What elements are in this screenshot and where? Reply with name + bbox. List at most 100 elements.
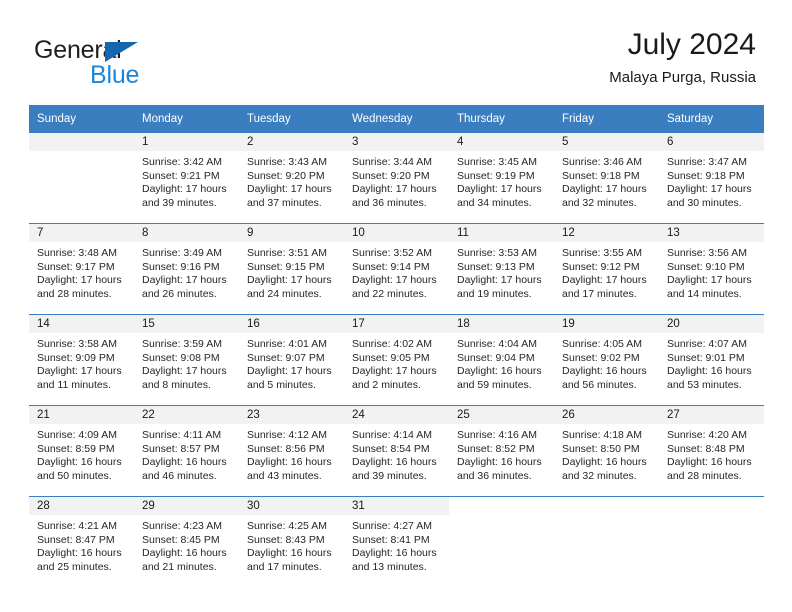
day-number: 1 [134, 133, 239, 151]
day-detail-line: Daylight: 17 hours [667, 183, 752, 196]
day-number: 2 [239, 133, 344, 151]
day-detail-line: Sunset: 8:56 PM [247, 442, 325, 455]
day-detail-line: and 39 minutes. [142, 197, 217, 210]
day-detail-line: Sunset: 9:01 PM [667, 351, 745, 364]
day-cell-6[interactable]: 6 Sunrise: 3:47 AM Sunset: 9:18 PM Daylight… [659, 133, 764, 224]
day-detail-line: Sunset: 8:52 PM [457, 442, 535, 455]
day-detail-line: Sunrise: 4:05 AM [562, 338, 642, 350]
day-number: 24 [344, 406, 449, 424]
day-detail-line: Sunset: 8:57 PM [142, 442, 220, 455]
day-cell-22[interactable]: 22 Sunrise: 4:11 AM Sunset: 8:57 PM Dayligh… [134, 405, 239, 497]
day-details: Sunrise: 4:25 AM Sunset: 8:43 PM Daylight:… [239, 515, 344, 575]
day-detail-line: Sunset: 8:41 PM [352, 533, 430, 546]
day-details: Sunrise: 3:53 AM Sunset: 9:13 PM Daylight:… [449, 242, 554, 302]
page-title: July 2024 [627, 28, 756, 61]
day-cell-19[interactable]: 19 Sunrise: 4:05 AM Sunset: 9:02 PM Dayligh… [554, 314, 659, 406]
day-details: Sunrise: 4:11 AM Sunset: 8:57 PM Daylight:… [134, 424, 239, 484]
day-cell-18[interactable]: 18 Sunrise: 4:04 AM Sunset: 9:04 PM Dayligh… [449, 314, 554, 406]
day-cell-10[interactable]: 10 Sunrise: 3:52 AM Sunset: 9:14 PM Dayligh… [344, 223, 449, 315]
day-cell-13[interactable]: 13 Sunrise: 3:56 AM Sunset: 9:10 PM Dayligh… [659, 223, 764, 315]
day-detail-line: Sunset: 9:07 PM [247, 351, 325, 364]
day-number: 20 [659, 315, 764, 333]
day-detail-line: Daylight: 16 hours [562, 456, 647, 469]
day-cell-14[interactable]: 14 Sunrise: 3:58 AM Sunset: 9:09 PM Dayligh… [29, 314, 134, 406]
calendar-container: Sunday Monday Tuesday Wednesday Thursday Frid… [29, 105, 764, 587]
day-detail-line: and 36 minutes. [457, 470, 532, 483]
day-cell-inner: 11 Sunrise: 3:53 AM Sunset: 9:13 PM Dayligh… [449, 224, 554, 314]
day-cell-27[interactable]: 27 Sunrise: 4:20 AM Sunset: 8:48 PM Dayligh… [659, 405, 764, 497]
day-detail-line: Sunrise: 4:16 AM [457, 429, 537, 441]
day-cell-31[interactable]: 31 Sunrise: 4:27 AM Sunset: 8:41 PM Dayligh… [344, 496, 449, 587]
day-details: Sunrise: 4:02 AM Sunset: 9:05 PM Daylight:… [344, 333, 449, 393]
day-cell-26[interactable]: 26 Sunrise: 4:18 AM Sunset: 8:50 PM Dayligh… [554, 405, 659, 497]
day-cell-inner: 13 Sunrise: 3:56 AM Sunset: 9:10 PM Dayligh… [659, 224, 764, 314]
day-cell-1[interactable]: 1 Sunrise: 3:42 AM Sunset: 9:21 PM Daylight… [134, 133, 239, 224]
day-cell-28[interactable]: 28 Sunrise: 4:21 AM Sunset: 8:47 PM Dayligh… [29, 496, 134, 587]
day-cell-29[interactable]: 29 Sunrise: 4:23 AM Sunset: 8:45 PM Dayligh… [134, 496, 239, 587]
day-cell-8[interactable]: 8 Sunrise: 3:49 AM Sunset: 9:16 PM Daylight… [134, 223, 239, 315]
weekday-header-sunday: Sunday [29, 105, 134, 133]
day-cell-inner: 27 Sunrise: 4:20 AM Sunset: 8:48 PM Dayligh… [659, 406, 764, 496]
day-cell-9[interactable]: 9 Sunrise: 3:51 AM Sunset: 9:15 PM Daylight… [239, 223, 344, 315]
day-detail-line: Daylight: 17 hours [142, 365, 227, 378]
calendar-page: General Blue July 2024 Malaya Purga, Rus… [0, 0, 792, 612]
day-number: 28 [29, 497, 134, 515]
day-cell-23[interactable]: 23 Sunrise: 4:12 AM Sunset: 8:56 PM Dayligh… [239, 405, 344, 497]
general-blue-logo[interactable]: General Blue [34, 36, 214, 89]
day-details: Sunrise: 3:49 AM Sunset: 9:16 PM Daylight:… [134, 242, 239, 302]
day-details: Sunrise: 4:21 AM Sunset: 8:47 PM Daylight:… [29, 515, 134, 575]
day-detail-line: and 46 minutes. [142, 470, 217, 483]
day-details [554, 515, 659, 520]
day-detail-line: Sunrise: 4:07 AM [667, 338, 747, 350]
day-cell-2[interactable]: 2 Sunrise: 3:43 AM Sunset: 9:20 PM Daylight… [239, 133, 344, 224]
day-detail-line: and 13 minutes. [352, 561, 427, 574]
day-cell-12[interactable]: 12 Sunrise: 3:55 AM Sunset: 9:12 PM Dayligh… [554, 223, 659, 315]
day-cell-4[interactable]: 4 Sunrise: 3:45 AM Sunset: 9:19 PM Daylight… [449, 133, 554, 224]
day-cell-21[interactable]: 21 Sunrise: 4:09 AM Sunset: 8:59 PM Dayligh… [29, 405, 134, 497]
day-cell-inner: 12 Sunrise: 3:55 AM Sunset: 9:12 PM Dayligh… [554, 224, 659, 314]
day-cell-inner: 30 Sunrise: 4:25 AM Sunset: 8:43 PM Dayligh… [239, 497, 344, 587]
day-detail-line: Daylight: 16 hours [667, 456, 752, 469]
day-number: 30 [239, 497, 344, 515]
day-cell-20[interactable]: 20 Sunrise: 4:07 AM Sunset: 9:01 PM Dayligh… [659, 314, 764, 406]
day-detail-line: Daylight: 16 hours [457, 456, 542, 469]
day-detail-line: Sunset: 8:59 PM [37, 442, 115, 455]
day-number: 17 [344, 315, 449, 333]
day-cell-30[interactable]: 30 Sunrise: 4:25 AM Sunset: 8:43 PM Dayligh… [239, 496, 344, 587]
day-cell-16[interactable]: 16 Sunrise: 4:01 AM Sunset: 9:07 PM Dayligh… [239, 314, 344, 406]
day-cell-25[interactable]: 25 Sunrise: 4:16 AM Sunset: 8:52 PM Dayligh… [449, 405, 554, 497]
day-cell-inner: 23 Sunrise: 4:12 AM Sunset: 8:56 PM Dayligh… [239, 406, 344, 496]
day-details: Sunrise: 4:01 AM Sunset: 9:07 PM Daylight:… [239, 333, 344, 393]
day-detail-line: Daylight: 16 hours [142, 456, 227, 469]
day-cell-inner: 26 Sunrise: 4:18 AM Sunset: 8:50 PM Dayligh… [554, 406, 659, 496]
day-cell-inner: 14 Sunrise: 3:58 AM Sunset: 9:09 PM Dayligh… [29, 315, 134, 405]
day-cell-7[interactable]: 7 Sunrise: 3:48 AM Sunset: 9:17 PM Daylight… [29, 223, 134, 315]
day-detail-line: and 21 minutes. [142, 561, 217, 574]
day-cell-24[interactable]: 24 Sunrise: 4:14 AM Sunset: 8:54 PM Dayligh… [344, 405, 449, 497]
day-number: 31 [344, 497, 449, 515]
day-cell-11[interactable]: 11 Sunrise: 3:53 AM Sunset: 9:13 PM Dayligh… [449, 223, 554, 315]
day-number: 7 [29, 224, 134, 242]
day-detail-line: Sunset: 9:19 PM [457, 169, 535, 182]
day-detail-line: Sunset: 9:18 PM [667, 169, 745, 182]
day-cell-inner: 16 Sunrise: 4:01 AM Sunset: 9:07 PM Dayligh… [239, 315, 344, 405]
day-details: Sunrise: 4:09 AM Sunset: 8:59 PM Daylight:… [29, 424, 134, 484]
day-cell-3[interactable]: 3 Sunrise: 3:44 AM Sunset: 9:20 PM Daylight… [344, 133, 449, 224]
day-detail-line: Daylight: 16 hours [562, 365, 647, 378]
day-detail-line: Sunrise: 3:53 AM [457, 247, 537, 259]
day-details: Sunrise: 3:46 AM Sunset: 9:18 PM Daylight:… [554, 151, 659, 211]
day-cell-inner: 25 Sunrise: 4:16 AM Sunset: 8:52 PM Dayligh… [449, 406, 554, 496]
day-cell-5[interactable]: 5 Sunrise: 3:46 AM Sunset: 9:18 PM Daylight… [554, 133, 659, 224]
day-detail-line: and 8 minutes. [142, 379, 211, 392]
day-detail-line: Daylight: 16 hours [457, 365, 542, 378]
day-cell-15[interactable]: 15 Sunrise: 3:59 AM Sunset: 9:08 PM Dayligh… [134, 314, 239, 406]
day-cell-17[interactable]: 17 Sunrise: 4:02 AM Sunset: 9:05 PM Dayligh… [344, 314, 449, 406]
day-detail-line: Sunrise: 3:44 AM [352, 156, 432, 168]
day-details: Sunrise: 4:04 AM Sunset: 9:04 PM Daylight:… [449, 333, 554, 393]
day-details: Sunrise: 3:56 AM Sunset: 9:10 PM Daylight:… [659, 242, 764, 302]
day-detail-line: Sunset: 9:20 PM [247, 169, 325, 182]
day-cell-inner: 29 Sunrise: 4:23 AM Sunset: 8:45 PM Dayligh… [134, 497, 239, 587]
day-number: 16 [239, 315, 344, 333]
day-detail-line: Daylight: 17 hours [37, 365, 122, 378]
day-details: Sunrise: 4:27 AM Sunset: 8:41 PM Daylight:… [344, 515, 449, 575]
